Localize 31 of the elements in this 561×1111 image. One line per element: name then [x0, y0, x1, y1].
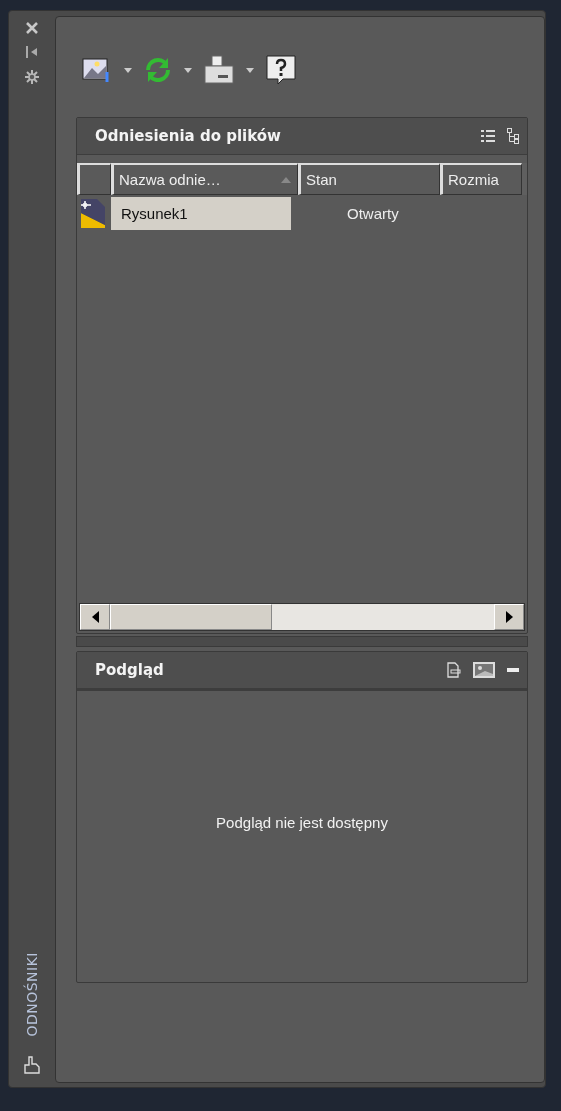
- settings-icon[interactable]: [24, 69, 40, 85]
- printer-icon[interactable]: [204, 55, 234, 85]
- attach-image-icon[interactable]: [82, 56, 112, 84]
- close-icon[interactable]: [25, 21, 39, 35]
- document-icon[interactable]: [447, 662, 461, 678]
- column-header[interactable]: Stan: [298, 163, 440, 195]
- column-header[interactable]: Rozmia: [440, 163, 522, 195]
- splitter-handle[interactable]: [76, 636, 528, 647]
- panel-title: Odniesienia do plików: [95, 127, 282, 145]
- tree-view-icon[interactable]: [507, 128, 519, 144]
- column-header[interactable]: Nazwa odnie…: [111, 163, 298, 195]
- palette-title: ODNOŚNIKI: [24, 952, 40, 1037]
- caret-icon[interactable]: [246, 67, 254, 73]
- drawing-file-icon: [79, 197, 107, 229]
- scroll-left-icon[interactable]: [91, 611, 99, 623]
- caret-icon[interactable]: [184, 67, 192, 73]
- list-view-icon[interactable]: [481, 130, 495, 142]
- help-icon[interactable]: [266, 55, 296, 85]
- column-header[interactable]: [77, 163, 111, 195]
- panel-title: Podgląd: [95, 661, 165, 679]
- autohide-icon[interactable]: [25, 45, 39, 59]
- hand-icon[interactable]: [23, 1055, 41, 1075]
- preview-message: Podgląd nie jest dostępny: [216, 814, 388, 831]
- scroll-right-icon[interactable]: [505, 611, 513, 623]
- image-icon[interactable]: [473, 662, 495, 678]
- caret-icon[interactable]: [124, 67, 132, 73]
- refresh-icon[interactable]: [144, 56, 172, 84]
- table-cell-text: Otwarty: [346, 203, 399, 224]
- horizontal-scrollbar[interactable]: [79, 603, 525, 631]
- scroll-thumb[interactable]: [110, 604, 272, 630]
- table-cell[interactable]: Rysunek1: [111, 196, 291, 230]
